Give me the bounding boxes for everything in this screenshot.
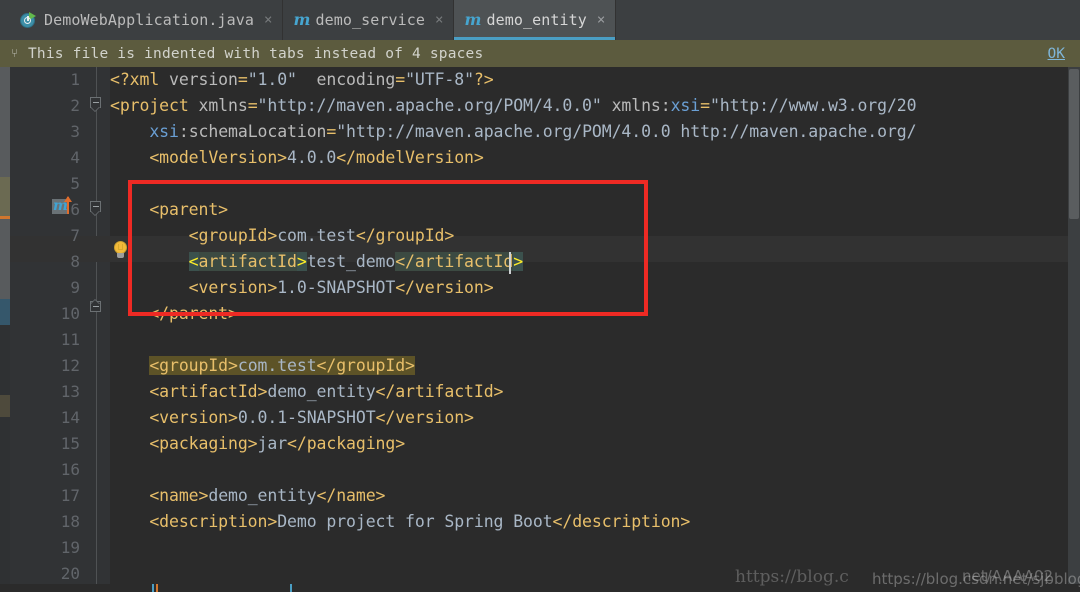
code-editor[interactable]: 1 2 3 4 5 6 7 8 9 10 11 12 13 14 15 16 1… [10,67,1080,592]
edge-segment-bottom [0,417,10,600]
marker-tick-blue-2 [290,584,292,592]
editor-tab-bar: DemoWebApplication.java × m demo_service… [10,0,1080,40]
edge-segment-top [0,0,10,40]
close-icon[interactable]: × [594,11,606,29]
scrollbar-thumb[interactable] [1069,69,1079,219]
line-number: 12 [60,356,80,375]
line-number: 16 [60,460,80,479]
edge-segment-notice [0,40,10,67]
line-number: 1 [70,70,80,89]
maven-icon: m [293,10,311,29]
code-line[interactable]: xsi:schemaLocation="http://maven.apache.… [110,119,916,145]
maven-icon: m [464,10,482,29]
spring-boot-icon [20,11,37,29]
tab-demo-service[interactable]: m demo_service × [283,0,455,40]
marker-tick-orange [156,584,158,592]
editor-scrollbar[interactable] [1068,67,1080,592]
line-number: 15 [60,434,80,453]
text-caret [509,252,511,274]
code-line[interactable]: <artifactId>demo_entity</artifactId> [110,379,503,405]
code-line[interactable]: <project xmlns="http://maven.apache.org/… [110,93,917,119]
tab-demo-entity[interactable]: m demo_entity × [454,0,617,40]
line-number: 4 [70,148,80,167]
notification-ok-link[interactable]: OK [1048,46,1072,62]
ide-window: DemoWebApplication.java × m demo_service… [0,0,1080,600]
code-line[interactable]: <name>demo_entity</name> [110,483,385,509]
code-line[interactable]: <?xml version="1.0" encoding="UTF-8"?> [110,67,494,93]
indentation-notification-bar: ⑂ This file is indented with tabs instea… [10,40,1080,67]
fold-marker-expanded[interactable] [90,97,103,112]
line-number: 11 [60,330,80,349]
tab-demowebapplication[interactable]: DemoWebApplication.java × [10,0,284,40]
page-bottom-margin [0,592,1080,600]
fold-marker-expanded[interactable] [90,201,103,216]
code-line-active[interactable]: <artifactId>test_demo</artifactId> [110,249,523,275]
line-number: 13 [60,382,80,401]
tab-label: DemoWebApplication.java [44,11,255,29]
close-icon[interactable]: × [261,11,273,29]
code-line[interactable]: </parent> [110,301,238,327]
fold-marker-end[interactable] [90,299,103,314]
fold-guide-line [96,67,97,592]
line-number: 19 [60,538,80,557]
tab-label: demo_service [315,11,426,29]
notification-message: This file is indented with tabs instead … [28,45,484,62]
edge-segment-olive [0,177,10,217]
line-number: 7 [70,226,80,245]
line-number: 10 [60,304,80,323]
line-number: 2 [70,96,80,115]
line-number: 3 [70,122,80,141]
code-line[interactable]: <version>1.0-SNAPSHOT</version> [110,275,494,301]
code-line[interactable]: <groupId>com.test</groupId> [110,353,415,379]
edge-segment-gray-b [0,219,10,299]
code-line[interactable]: <packaging>jar</packaging> [110,431,405,457]
marker-tick-blue [152,584,154,592]
line-number: 9 [70,278,80,297]
line-number: 8 [70,252,80,271]
edge-marker-blue [0,299,10,325]
edge-segment-gray-c [0,325,10,395]
left-edge-strip [0,0,10,600]
edge-segment-brown [0,395,10,417]
line-number: 18 [60,512,80,531]
code-line[interactable]: <description>Demo project for Spring Boo… [110,509,690,535]
code-line[interactable]: <groupId>com.test</groupId> [110,223,455,249]
line-number: 5 [70,174,80,193]
code-line[interactable]: <parent> [110,197,228,223]
maven-reimport-icon[interactable]: m [52,196,74,217]
edge-segment-gray-a [0,67,10,177]
notification-caret-icon: ⑂ [11,46,19,60]
close-icon[interactable]: × [432,11,444,29]
bottom-marker-strip [0,584,1080,592]
line-number: 14 [60,408,80,427]
tab-label: demo_entity [486,11,587,29]
code-line[interactable]: <modelVersion>4.0.0</modelVersion> [110,145,483,171]
line-number: 17 [60,486,80,505]
code-line[interactable]: <version>0.0.1-SNAPSHOT</version> [110,405,474,431]
